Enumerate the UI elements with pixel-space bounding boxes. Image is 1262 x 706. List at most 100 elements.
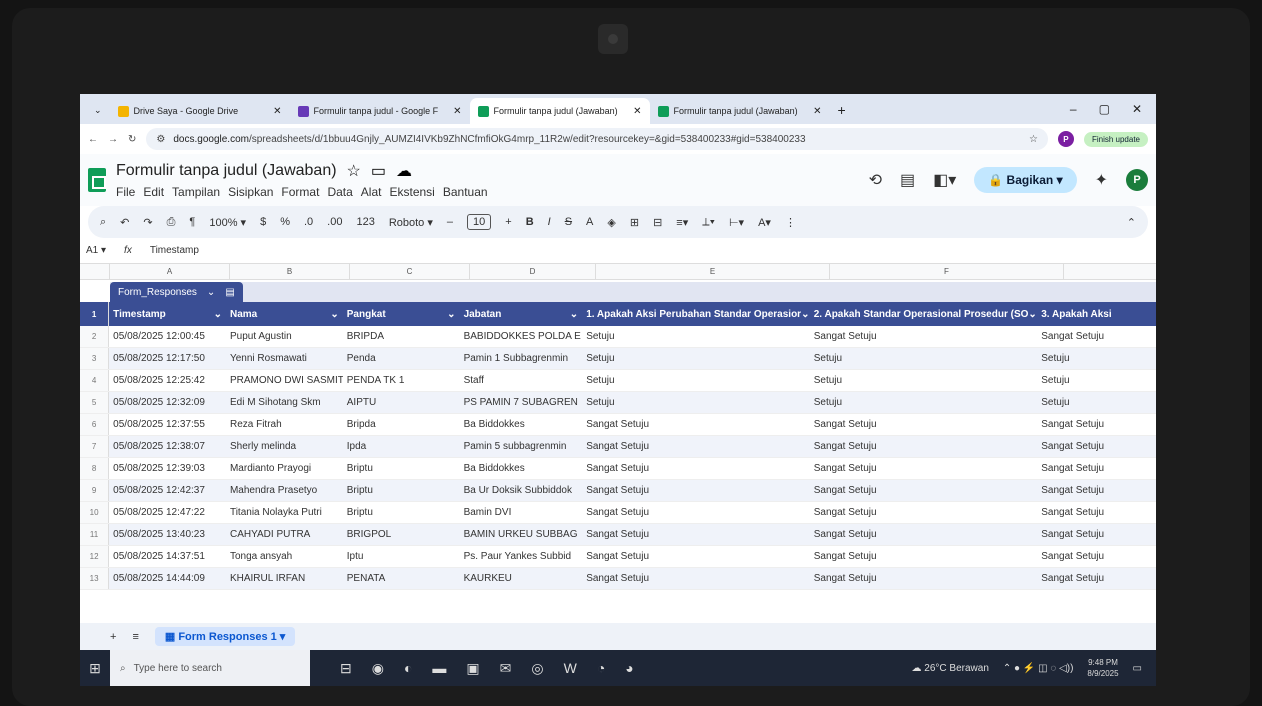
table-cell[interactable]: Setuju	[810, 397, 1038, 408]
table-view-icon[interactable]: ▤	[225, 287, 234, 298]
percent-button[interactable]: %	[280, 216, 290, 228]
table-row[interactable]: 9 05/08/2025 12:42:37 Mahendra Prasetyo Bri…	[80, 480, 1156, 502]
finish-update-button[interactable]: Finish update	[1083, 131, 1148, 147]
vertical-align-icon[interactable]: ⟂▾	[702, 216, 715, 229]
corner-cell[interactable]	[80, 264, 110, 279]
search-menus-icon[interactable]: ⌕	[100, 216, 106, 229]
row-number[interactable]: 9	[80, 480, 110, 501]
column-header-cell[interactable]: Jabatan ⌄	[460, 309, 583, 320]
table-row[interactable]: 12 05/08/2025 14:37:51 Tonga ansyah Iptu Ps.…	[80, 546, 1156, 568]
table-cell[interactable]: Bripda	[343, 419, 460, 430]
borders-icon[interactable]: ⊞	[630, 216, 639, 229]
tab-close-icon[interactable]: ✕	[453, 106, 461, 117]
table-row[interactable]: 8 05/08/2025 12:39:03 Mardianto Prayogi Bri…	[80, 458, 1156, 480]
new-tab-button[interactable]: +	[830, 102, 854, 124]
table-cell[interactable]: Sangat Setuju	[1037, 419, 1156, 430]
table-cell[interactable]: Briptu	[343, 507, 460, 518]
menu-item[interactable]: File	[116, 185, 135, 199]
profile-avatar[interactable]: P	[1057, 131, 1074, 147]
table-cell[interactable]: BAMIN URKEU SUBBAG	[460, 529, 583, 540]
menu-item[interactable]: Tampilan	[172, 185, 220, 199]
collapse-toolbar-icon[interactable]: ⌃	[1127, 216, 1136, 229]
whatsapp-icon[interactable]: ◎	[531, 660, 543, 677]
table-cell[interactable]: Sangat Setuju	[582, 441, 810, 452]
filter-dropdown-icon[interactable]: ⌄	[447, 309, 455, 320]
table-cell[interactable]: 05/08/2025 12:47:22	[109, 507, 226, 518]
undo-icon[interactable]: ↶	[120, 216, 129, 229]
table-cell[interactable]: Reza Fitrah	[226, 419, 343, 430]
close-window-icon[interactable]: ✕	[1132, 102, 1142, 116]
filter-dropdown-icon[interactable]: ⌄	[330, 309, 338, 320]
menu-item[interactable]: Alat	[361, 185, 382, 199]
row-number[interactable]: 10	[80, 502, 110, 523]
table-cell[interactable]: Tonga ansyah	[226, 551, 343, 562]
table-cell[interactable]: Sangat Setuju	[1037, 485, 1156, 496]
tab-search-icon[interactable]: ⌄	[86, 105, 110, 124]
table-cell[interactable]: Sangat Setuju	[1037, 441, 1156, 452]
fill-color-icon[interactable]: ◈	[607, 216, 615, 229]
table-cell[interactable]: Penda	[343, 353, 460, 364]
text-color-icon[interactable]: A	[586, 216, 593, 228]
table-cell[interactable]: Sangat Setuju	[810, 419, 1038, 430]
table-cell[interactable]: Pamin 5 subbagrenmin	[460, 441, 583, 452]
redo-icon[interactable]: ↷	[143, 216, 152, 229]
column-header[interactable]: B	[230, 264, 350, 279]
table-cell[interactable]: 05/08/2025 12:17:50	[109, 353, 226, 364]
table-cell[interactable]: Setuju	[1037, 397, 1156, 408]
file-explorer-icon[interactable]: ▬	[432, 660, 446, 677]
maximize-icon[interactable]: ▢	[1099, 102, 1110, 116]
spreadsheet-grid[interactable]: ABCDEF Form_Responses ⌄ ▤ 1 Timestamp ⌄ Nam…	[80, 264, 1156, 609]
version-history-icon[interactable]: ⟲	[869, 170, 882, 190]
table-cell[interactable]: 05/08/2025 12:37:55	[109, 419, 226, 430]
table-cell[interactable]: Setuju	[582, 353, 810, 364]
table-row[interactable]: 3 05/08/2025 12:17:50 Yenni Rosmawati Penda…	[80, 348, 1156, 370]
table-cell[interactable]: Edi M Sihotang Skm	[226, 397, 343, 408]
table-cell[interactable]: Sangat Setuju	[810, 551, 1038, 562]
table-cell[interactable]: CAHYADI PUTRA	[226, 529, 343, 540]
site-info-icon[interactable]: ⚙	[156, 134, 165, 145]
table-cell[interactable]: Setuju	[1037, 353, 1156, 364]
tab-close-icon[interactable]: ✕	[273, 106, 281, 117]
star-icon[interactable]: ☆	[347, 161, 361, 181]
table-cell[interactable]: Ipda	[343, 441, 460, 452]
app-icon[interactable]: ◉	[372, 660, 384, 677]
table-cell[interactable]: Ba Biddokkes	[460, 419, 583, 430]
filter-dropdown-icon[interactable]: ⌄	[214, 309, 222, 320]
table-cell[interactable]: Sangat Setuju	[1037, 331, 1156, 342]
filter-dropdown-icon[interactable]: ⌄	[801, 309, 809, 320]
clock[interactable]: 9:48 PM 8/9/2025	[1087, 657, 1118, 679]
filter-dropdown-icon[interactable]: ⌄	[570, 309, 578, 320]
table-cell[interactable]: Sangat Setuju	[1037, 573, 1156, 584]
row-number[interactable]: 4	[80, 370, 110, 391]
task-view-icon[interactable]: ⊟	[340, 660, 352, 677]
table-cell[interactable]: Mahendra Prasetyo	[226, 485, 343, 496]
url-field[interactable]: ⚙ docs.google.com/spreadsheets/d/1bbuu4G…	[146, 128, 1048, 150]
table-cell[interactable]: Sangat Setuju	[810, 573, 1038, 584]
edge-icon[interactable]: ◐	[404, 660, 412, 677]
menu-item[interactable]: Edit	[143, 185, 164, 199]
start-icon[interactable]: ⊞	[80, 660, 110, 677]
reload-icon[interactable]: ↻	[128, 134, 136, 145]
row-number[interactable]: 5	[80, 392, 110, 413]
account-avatar[interactable]: P	[1126, 169, 1148, 191]
increase-decimal-button[interactable]: .00	[327, 216, 342, 228]
table-row[interactable]: 10 05/08/2025 12:47:22 Titania Nolayka Put…	[80, 502, 1156, 524]
table-cell[interactable]: Sangat Setuju	[810, 441, 1038, 452]
table-cell[interactable]: Sangat Setuju	[582, 573, 810, 584]
bookmark-star-icon[interactable]: ☆	[1029, 134, 1038, 145]
table-name-chip[interactable]: Form_Responses ⌄ ▤	[110, 282, 243, 302]
decrease-decimal-button[interactable]: .0	[304, 216, 313, 228]
row-number[interactable]: 8	[80, 458, 110, 479]
text-rotate-icon[interactable]: A▾	[758, 216, 771, 229]
table-cell[interactable]: Sangat Setuju	[810, 507, 1038, 518]
move-folder-icon[interactable]: ▭	[371, 161, 386, 181]
table-row[interactable]: 2 05/08/2025 12:00:45 Puput Agustin BRIPDA B…	[80, 326, 1156, 348]
weather-widget[interactable]: ☁ 26°C Berawan	[912, 663, 989, 674]
document-title[interactable]: Formulir tanpa judul (Jawaban)	[116, 162, 337, 180]
menu-item[interactable]: Bantuan	[443, 185, 488, 199]
number-format-button[interactable]: 123	[356, 216, 374, 228]
table-cell[interactable]: Briptu	[343, 463, 460, 474]
row-number[interactable]: 11	[80, 524, 110, 545]
row-number[interactable]: 2	[80, 326, 110, 347]
table-cell[interactable]: Sangat Setuju	[810, 331, 1038, 342]
